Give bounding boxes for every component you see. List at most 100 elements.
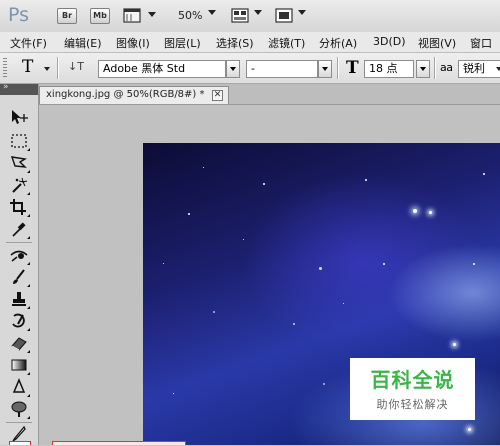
menu-bar: 文件(F) 编辑(E) 图像(I) 图层(L) 选择(S) 滤镜(T) 分析(A… <box>0 32 500 53</box>
tool-flyout-indicator <box>27 262 30 265</box>
font-size-input[interactable]: 18 点 <box>364 60 414 78</box>
arrange-documents-icon <box>231 8 249 23</box>
tool-flyout-indicator <box>27 306 30 309</box>
dodge-tool[interactable] <box>9 400 31 420</box>
zoom-level[interactable]: 50% <box>178 9 202 22</box>
eyedropper-tool[interactable] <box>9 220 31 240</box>
star <box>343 303 344 304</box>
menu-filter[interactable]: 滤镜(T) <box>268 35 305 51</box>
move-tool[interactable] <box>9 108 31 128</box>
screen-mode-icon <box>275 8 293 23</box>
rectangular-marquee-tool[interactable] <box>9 132 31 152</box>
type-tool-icon: T <box>22 57 34 77</box>
star <box>293 323 295 325</box>
star <box>473 263 475 265</box>
baike-watermark: 百科全说 助你轻松解决 <box>350 358 475 420</box>
document-tab-bar: xingkong.jpg @ 50%(RGB/8#) * ✕ <box>39 84 500 105</box>
chevron-down-icon <box>44 67 50 71</box>
document-tab[interactable]: xingkong.jpg @ 50%(RGB/8#) * ✕ <box>39 86 229 104</box>
chevron-down-icon <box>298 10 306 15</box>
zoom-dropdown-icon[interactable] <box>208 10 216 15</box>
star <box>213 311 215 313</box>
star <box>383 263 385 265</box>
screen-mode-button[interactable] <box>275 8 307 24</box>
tools-panel: » <box>0 82 39 445</box>
clone-stamp-tool[interactable] <box>9 290 31 310</box>
polygonal-lasso-tool[interactable] <box>9 154 31 174</box>
divider <box>6 422 32 423</box>
quick-selection-tool[interactable] <box>9 176 31 196</box>
font-style-dropdown-icon[interactable] <box>318 60 332 78</box>
divider <box>6 242 32 243</box>
view-extras-button[interactable] <box>123 8 156 24</box>
star <box>173 393 174 394</box>
history-brush-icon <box>12 313 25 328</box>
text-orientation-toggle[interactable]: ↓T <box>68 60 84 73</box>
tool-flyout-indicator <box>27 394 30 397</box>
blur-icon <box>12 378 26 393</box>
gradient-tool[interactable] <box>9 356 31 376</box>
star <box>483 173 485 175</box>
menu-view[interactable]: 视图(V) <box>418 35 456 51</box>
antialias-select[interactable]: 锐利 <box>458 60 500 78</box>
tool-flyout-indicator <box>27 236 30 239</box>
menu-analysis[interactable]: 分析(A) <box>319 35 357 51</box>
menu-select[interactable]: 选择(S) <box>216 35 254 51</box>
options-bar: T ↓T Adobe 黑体 Std - T 18 点 a a 锐利 <box>0 53 500 84</box>
guides-grid-icon <box>123 8 141 23</box>
eraser-icon <box>11 337 27 351</box>
font-family-dropdown-icon[interactable] <box>226 60 240 78</box>
gradient-icon <box>11 359 27 371</box>
tool-flyout-indicator <box>27 148 30 151</box>
menu-file[interactable]: 文件(F) <box>10 35 47 51</box>
menu-image[interactable]: 图像(I) <box>116 35 150 51</box>
bridge-button[interactable]: Br <box>57 8 77 24</box>
status-field <box>52 441 186 445</box>
font-style-select[interactable]: - <box>246 60 318 78</box>
options-grip[interactable] <box>3 58 7 78</box>
photoshop-logo: Ps <box>8 4 30 26</box>
chevron-down-icon <box>496 67 500 71</box>
history-brush-tool[interactable] <box>9 312 31 332</box>
divider <box>337 57 339 79</box>
font-family-select[interactable]: Adobe 黑体 Std <box>98 60 226 78</box>
type-tool[interactable] <box>9 441 31 445</box>
stamp-icon <box>12 292 26 306</box>
star <box>429 211 432 214</box>
brush-icon <box>13 269 25 284</box>
magic-wand-icon <box>12 177 28 193</box>
watermark-subtitle: 助你轻松解决 <box>376 398 449 411</box>
menu-3d[interactable]: 3D(D) <box>373 35 406 48</box>
spot-healing-brush-tool[interactable] <box>9 246 31 266</box>
tool-flyout-indicator <box>27 372 30 375</box>
tool-flyout-indicator <box>27 350 30 353</box>
brush-tool[interactable] <box>9 268 31 288</box>
move-icon <box>12 110 28 124</box>
tool-flyout-indicator <box>27 416 30 419</box>
divider <box>57 57 59 79</box>
menu-window[interactable]: 窗口 <box>470 35 492 51</box>
close-icon[interactable]: ✕ <box>212 90 223 101</box>
chevron-down-icon <box>254 10 262 15</box>
star <box>413 209 417 213</box>
star <box>453 343 456 346</box>
panel-header[interactable]: » <box>0 82 38 95</box>
menu-edit[interactable]: 编辑(E) <box>64 35 102 51</box>
menu-layer[interactable]: 图层(L) <box>164 35 201 51</box>
dodge-icon <box>11 401 27 417</box>
document-tab-label: xingkong.jpg @ 50%(RGB/8#) * <box>46 89 205 100</box>
arrange-documents-button[interactable] <box>231 8 262 24</box>
font-size-dropdown-icon[interactable] <box>416 60 430 78</box>
mini-bridge-button[interactable]: Mb <box>90 8 110 24</box>
watermark-title: 百科全说 <box>370 368 455 392</box>
collapse-icon[interactable]: » <box>3 82 8 92</box>
crop-tool[interactable] <box>9 198 31 218</box>
blur-tool[interactable] <box>9 378 31 398</box>
tool-flyout-indicator <box>27 328 30 331</box>
star <box>263 183 265 185</box>
crop-icon <box>10 199 26 215</box>
star <box>203 167 204 168</box>
tool-flyout-indicator <box>27 214 30 217</box>
tool-preset-picker[interactable]: T <box>18 57 52 78</box>
eraser-tool[interactable] <box>9 334 31 354</box>
